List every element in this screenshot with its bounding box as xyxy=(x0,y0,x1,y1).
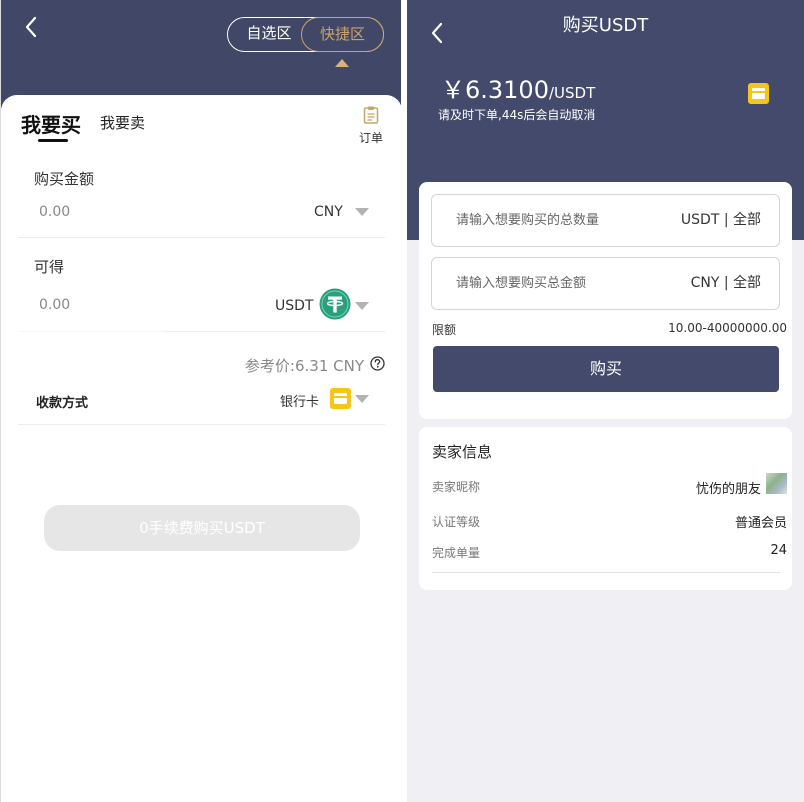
buy-card: 我要买 我要卖 订单 购买金额 0.00 CNY 可得 0.00 USDT 参考… xyxy=(1,95,401,802)
tab-sell[interactable]: 我要卖 xyxy=(100,112,145,133)
receive-input[interactable]: 0.00 xyxy=(39,297,70,313)
limit-value: 10.00-40000000.00 xyxy=(668,321,787,335)
orders-button[interactable]: 订单 xyxy=(356,105,386,146)
price-value: ￥6.3100 xyxy=(441,76,549,104)
quantity-field: USDT | 全部 xyxy=(431,194,780,247)
avatar xyxy=(766,473,787,494)
caret-up-icon xyxy=(335,59,349,67)
active-tab-indicator xyxy=(38,139,68,142)
quantity-suffix-all[interactable]: USDT | 全部 xyxy=(681,195,761,246)
verification-level-value: 普通会员 xyxy=(734,516,787,531)
divider xyxy=(18,331,166,332)
tether-icon xyxy=(319,288,351,320)
chevron-down-icon[interactable] xyxy=(355,302,369,310)
bank-card-icon xyxy=(330,388,351,409)
quick-buy-screen: 自选区 快捷区 我要买 我要卖 订单 购买金额 0.00 CNY 可得 0.00… xyxy=(0,0,401,802)
amount-currency[interactable]: CNY xyxy=(314,204,343,220)
limit-label: 限额 xyxy=(432,323,457,337)
price-unit: /USDT xyxy=(548,84,596,102)
market-zone-switch: 自选区 快捷区 xyxy=(227,16,384,52)
divider xyxy=(18,237,385,238)
completed-orders-label: 完成单量 xyxy=(432,546,481,560)
chevron-down-icon[interactable] xyxy=(355,208,369,216)
amount-suffix-all[interactable]: CNY | 全部 xyxy=(691,258,761,309)
back-arrow-icon[interactable] xyxy=(17,12,47,42)
buy-usdt-screen: 购买USDT ￥6.3100/USDT 请及时下单,44s后会自动取消 USDT… xyxy=(407,0,804,802)
divider xyxy=(18,424,385,425)
bank-card-icon xyxy=(748,83,769,104)
payment-method-label: 收款方式 xyxy=(36,396,89,411)
page-title: 购买USDT xyxy=(562,15,649,36)
chevron-down-icon[interactable] xyxy=(355,395,369,403)
left-header: 自选区 快捷区 xyxy=(1,0,401,108)
seller-info-card: 卖家信息 卖家昵称 忧伤的朋友 认证等级 普通会员 完成单量 24 xyxy=(419,427,792,590)
seller-nickname-label: 卖家昵称 xyxy=(432,480,481,494)
amount-field: CNY | 全部 xyxy=(431,257,780,310)
segment-quick-zone[interactable]: 快捷区 xyxy=(301,16,384,52)
orders-label: 订单 xyxy=(358,131,383,145)
receive-label: 可得 xyxy=(34,258,65,276)
total-amount-input[interactable] xyxy=(454,258,674,309)
seller-nickname-value: 忧伤的朋友 xyxy=(695,482,761,497)
clipboard-icon xyxy=(363,106,379,124)
tab-buy[interactable]: 我要买 xyxy=(21,109,81,138)
unit-price: ￥6.3100/USDT xyxy=(441,70,595,105)
countdown-notice: 请及时下单,44s后会自动取消 xyxy=(438,108,596,122)
help-icon[interactable] xyxy=(370,356,385,371)
receive-currency[interactable]: USDT xyxy=(275,298,313,314)
seller-info-title: 卖家信息 xyxy=(432,443,493,461)
order-form: USDT | 全部 CNY | 全部 限额 10.00-40000000.00 … xyxy=(419,182,792,419)
verification-level-label: 认证等级 xyxy=(432,515,481,529)
payment-method-value[interactable]: 银行卡 xyxy=(280,391,319,410)
amount-label: 购买金额 xyxy=(34,170,95,188)
quantity-input[interactable] xyxy=(454,195,674,246)
zero-fee-buy-button[interactable]: 0手续费购买USDT xyxy=(44,505,360,551)
reference-price: 参考价:6.31 CNY xyxy=(244,357,364,375)
amount-input[interactable]: 0.00 xyxy=(39,204,70,220)
segment-optional-zone[interactable]: 自选区 xyxy=(228,17,310,52)
buy-button[interactable]: 购买 xyxy=(433,346,779,392)
completed-orders-value: 24 xyxy=(770,543,787,558)
divider xyxy=(166,331,385,332)
divider xyxy=(432,572,780,573)
